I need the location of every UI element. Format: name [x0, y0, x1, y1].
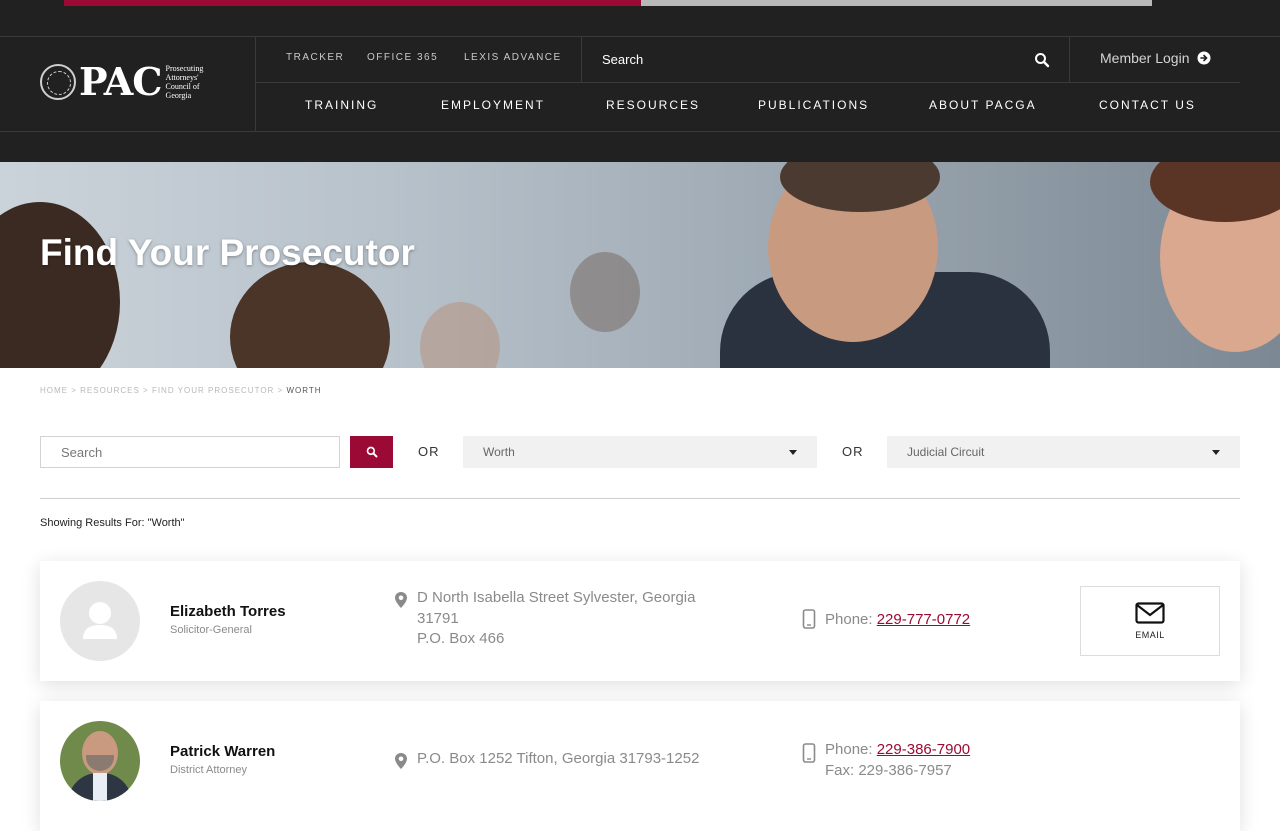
prosecutor-title: Solicitor-General — [170, 624, 252, 636]
arrow-circle-right-icon — [1197, 51, 1210, 65]
util-link-tracker[interactable]: TRACKER — [286, 52, 344, 63]
address-line: P.O. Box 466 — [417, 630, 505, 647]
avatar-placeholder — [60, 581, 140, 661]
county-select-value: Worth — [483, 445, 515, 459]
nav-about-pacga[interactable]: ABOUT PACGA — [929, 98, 1037, 112]
reading-progress-fill — [64, 0, 641, 6]
hero-photo-shape — [0, 202, 120, 368]
nav-contact-us[interactable]: CONTACT US — [1099, 98, 1196, 112]
fax-number: Fax: 229-386-7957 — [825, 762, 952, 779]
prosecutor-name: Patrick Warren — [170, 743, 276, 760]
member-login-link[interactable]: Member Login — [1100, 50, 1211, 66]
email-button-label: EMAIL — [1135, 630, 1165, 640]
header-divider — [0, 36, 1280, 37]
header-divider — [1069, 37, 1070, 82]
judicial-circuit-select-value: Judicial Circuit — [907, 445, 985, 459]
hero-photo-shape — [570, 252, 640, 332]
email-button[interactable]: EMAIL — [1080, 586, 1220, 656]
envelope-icon — [1135, 602, 1165, 624]
page-title: Find Your Prosecutor — [40, 232, 415, 273]
prosecutor-card: Patrick Warren District Attorney P.O. Bo… — [40, 701, 1240, 831]
address-line: P.O. Box 1252 Tifton, Georgia 31793-1252 — [417, 750, 700, 767]
hero-photo-shape — [420, 302, 500, 368]
header-search-input[interactable]: Search — [602, 52, 643, 67]
hero-banner: Find Your Prosecutor — [0, 162, 1280, 368]
util-link-lexis-advance[interactable]: LEXIS ADVANCE — [464, 52, 562, 63]
member-login-label: Member Login — [1100, 50, 1190, 66]
county-select[interactable]: Worth — [463, 436, 817, 468]
address-line: 31791 — [417, 609, 459, 627]
prosecutor-search-input[interactable] — [40, 436, 340, 468]
header-divider — [0, 131, 1280, 132]
divider — [40, 498, 1240, 499]
header-divider — [255, 37, 256, 131]
search-button[interactable] — [350, 436, 393, 468]
site-header: PAC Prosecuting Attorneys' Council of Ge… — [0, 0, 1280, 162]
site-logo[interactable]: PAC Prosecuting Attorneys' Council of Ge… — [40, 62, 218, 102]
prosecutor-title: District Attorney — [170, 764, 248, 776]
mobile-phone-icon — [802, 743, 816, 763]
avatar-photo — [60, 721, 140, 801]
prosecutor-address: D North Isabella Street Sylvester, Georg… — [417, 588, 737, 650]
breadcrumb: HOME > RESOURCES > FIND YOUR PROSECUTOR … — [40, 386, 322, 395]
prosecutor-phone: Phone: 229-386-7900 Fax: 229-386-7957 — [825, 739, 970, 781]
or-label: OR — [418, 444, 440, 459]
reading-progress-bar — [64, 0, 1152, 6]
phone-link[interactable]: 229-386-7900 — [877, 741, 970, 758]
prosecutor-phone: Phone: 229-777-0772 — [825, 609, 970, 630]
caret-down-icon — [1212, 450, 1220, 455]
search-icon[interactable] — [1034, 52, 1050, 68]
breadcrumb-find-your-prosecutor[interactable]: FIND YOUR PROSECUTOR — [152, 386, 274, 395]
nav-employment[interactable]: EMPLOYMENT — [441, 98, 545, 112]
avatar-shirt-shape — [93, 773, 107, 801]
nav-publications[interactable]: PUBLICATIONS — [758, 98, 869, 112]
mobile-phone-icon — [802, 609, 816, 629]
nav-training[interactable]: TRAINING — [305, 98, 378, 112]
or-label: OR — [842, 444, 864, 459]
util-link-office-365[interactable]: OFFICE 365 — [367, 52, 438, 63]
user-silhouette-icon — [83, 602, 117, 639]
phone-link[interactable]: 229-777-0772 — [877, 611, 970, 628]
hero-photo-shape — [230, 262, 390, 368]
address-line: D North Isabella Street Sylvester, Georg… — [417, 589, 696, 606]
breadcrumb-home[interactable]: HOME — [40, 386, 68, 395]
breadcrumb-current: WORTH — [286, 386, 322, 395]
search-icon — [366, 446, 377, 458]
phone-label: Phone: — [825, 741, 873, 758]
prosecutor-address: P.O. Box 1252 Tifton, Georgia 31793-1252 — [417, 749, 757, 770]
header-divider — [256, 82, 1240, 83]
map-pin-icon — [395, 753, 407, 769]
prosecutor-name: Elizabeth Torres — [170, 603, 286, 620]
phone-label: Phone: — [825, 611, 873, 628]
prosecutor-card: Elizabeth Torres Solicitor-General D Nor… — [40, 561, 1240, 681]
header-divider — [581, 37, 582, 82]
georgia-seal-icon — [40, 64, 76, 100]
nav-resources[interactable]: RESOURCES — [606, 98, 700, 112]
logo-subtitle: Prosecuting Attorneys' Council of Georgi… — [165, 64, 204, 100]
breadcrumb-resources[interactable]: RESOURCES — [80, 386, 140, 395]
results-summary: Showing Results For: "Worth" — [40, 517, 185, 529]
logo-text: PAC — [79, 59, 163, 104]
map-pin-icon — [395, 592, 407, 608]
caret-down-icon — [789, 450, 797, 455]
judicial-circuit-select[interactable]: Judicial Circuit — [887, 436, 1240, 468]
